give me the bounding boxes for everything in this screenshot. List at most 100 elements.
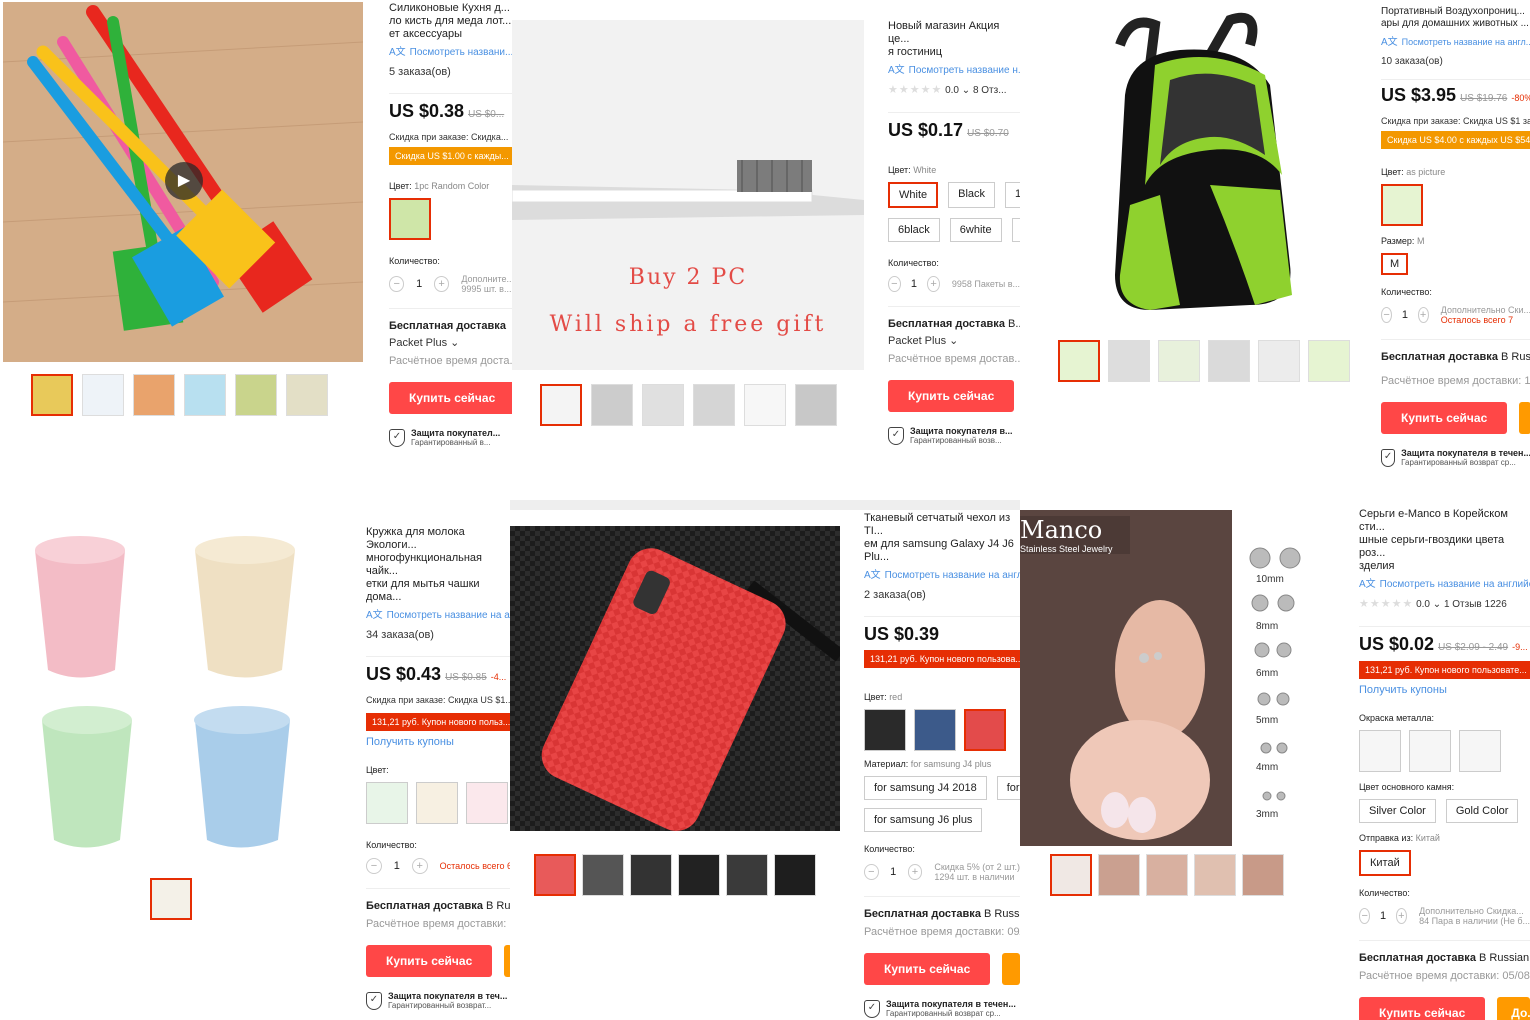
thumbnail[interactable]	[82, 374, 124, 416]
metal-swatch[interactable]	[1459, 730, 1501, 772]
product-title[interactable]: Портативный Воздухопрониц... ары для дом…	[1381, 6, 1530, 30]
rating-value[interactable]: 0.0 ⌄	[1416, 599, 1441, 610]
color-swatch-red[interactable]	[964, 709, 1006, 751]
buy-now-button[interactable]: Купить сейчас	[389, 382, 512, 414]
minus-button[interactable]: −	[864, 864, 879, 880]
minus-button[interactable]: −	[888, 276, 901, 292]
thumbnail[interactable]	[540, 384, 582, 426]
thumbnail[interactable]	[1208, 340, 1250, 382]
plus-button[interactable]: +	[927, 276, 940, 292]
product-title[interactable]: Серьги e-Manco в Корейском сти... шные с…	[1359, 508, 1530, 573]
option-j6-plus[interactable]: for samsung J6 plus	[864, 808, 983, 832]
minus-button[interactable]: −	[1359, 908, 1371, 924]
translate-title-link[interactable]: A文 Посмотреть название на англ...	[864, 569, 1020, 583]
thumbnail[interactable]	[582, 854, 624, 896]
get-coupons-link[interactable]: Получить купоны	[1359, 683, 1530, 697]
thumbnail[interactable]	[150, 878, 192, 920]
quantity-value[interactable]: 1	[909, 277, 920, 291]
color-swatch-black[interactable]	[864, 709, 906, 751]
product-main-image[interactable]	[1060, 5, 1360, 325]
rating-value[interactable]: 0.0 ⌄	[945, 85, 970, 96]
quantity-value[interactable]: 1	[390, 859, 404, 873]
thumbnail[interactable]	[591, 384, 633, 426]
product-main-image[interactable]: Buy 2 PC Will ship a free gift	[512, 20, 864, 370]
thumbnail[interactable]	[642, 384, 684, 426]
thumbnail[interactable]	[1050, 854, 1092, 896]
thumbnail[interactable]	[1258, 340, 1300, 382]
buy-now-button[interactable]: Купить сейчас	[888, 380, 1015, 412]
color-swatch[interactable]	[1381, 184, 1423, 226]
thumbnail[interactable]	[630, 854, 672, 896]
add-to-cart-button[interactable]	[1519, 402, 1530, 434]
thumbnail[interactable]	[534, 854, 576, 896]
thumbnail[interactable]	[726, 854, 768, 896]
reviews-count[interactable]: 1 Отзыв	[1444, 599, 1482, 610]
quantity-value[interactable]: 1	[412, 277, 425, 291]
shipping-method-select[interactable]: Packet Plus ⌄	[888, 334, 1020, 348]
option-1b[interactable]: 1b	[1005, 182, 1020, 208]
color-swatch-beige[interactable]	[416, 782, 458, 824]
plus-button[interactable]: +	[1395, 908, 1408, 924]
thumbnail[interactable]	[184, 374, 226, 416]
quantity-value[interactable]: 1	[1378, 909, 1387, 923]
add-to-cart-button[interactable]: До...	[1497, 997, 1530, 1020]
thumbnail[interactable]	[1242, 854, 1284, 896]
get-coupons-link[interactable]: Получить купоны	[366, 735, 512, 749]
translate-title-link[interactable]: A文 Посмотреть название н...	[888, 64, 1020, 78]
translate-title-link[interactable]: A文 Посмотреть название на а...	[366, 609, 512, 623]
play-video-icon[interactable]: ▶	[165, 162, 203, 200]
shipping-method-select[interactable]: Packet Plus ⌄	[389, 336, 512, 350]
color-swatch-blue[interactable]	[914, 709, 956, 751]
quantity-value[interactable]: 1	[887, 865, 900, 879]
thumbnail[interactable]	[1308, 340, 1350, 382]
option-more[interactable]: for sa...	[996, 776, 1020, 800]
product-title[interactable]: Силиконовые Кухня д... ло кисть для меда…	[389, 2, 512, 41]
buy-now-button[interactable]: Купить сейчас	[864, 953, 991, 985]
option-silver[interactable]: Silver Color	[1359, 799, 1436, 823]
product-main-image[interactable]: Manco Stainless Steel Jewelry 10mm 8mm 6m…	[1020, 510, 1336, 846]
product-title[interactable]: Кружка для молока Экологи... многофункци…	[366, 526, 512, 604]
translate-title-link[interactable]: A文 Посмотреть название на английс...	[1359, 578, 1530, 592]
thumbnail[interactable]	[133, 374, 175, 416]
thumbnail[interactable]	[286, 374, 328, 416]
thumbnail[interactable]	[1098, 854, 1140, 896]
ship-destination[interactable]: В Russi...	[1501, 351, 1530, 363]
add-to-cart-button[interactable]	[1002, 953, 1020, 985]
thumbnail[interactable]	[235, 374, 277, 416]
option-more[interactable]	[1011, 218, 1020, 242]
product-title[interactable]: Тканевый сетчатый чехол из TI... ем для …	[864, 512, 1020, 564]
buy-now-button[interactable]: Купить сейчас	[1359, 997, 1486, 1020]
option-6white[interactable]: 6white	[949, 218, 1002, 242]
thumbnail[interactable]	[1146, 854, 1188, 896]
option-j4-2018[interactable]: for samsung J4 2018	[864, 776, 987, 800]
product-main-image[interactable]	[20, 520, 320, 870]
quantity-value[interactable]: 1	[1400, 308, 1409, 322]
option-black[interactable]: Black	[948, 182, 996, 208]
product-main-image[interactable]	[510, 526, 840, 831]
thumbnail[interactable]	[744, 384, 786, 426]
option-china[interactable]: Китай	[1359, 850, 1411, 876]
thumbnail[interactable]	[31, 374, 73, 416]
ship-destination[interactable]: В Russia...	[984, 908, 1020, 920]
metal-swatch[interactable]	[1359, 730, 1401, 772]
ship-destination[interactable]: В...	[1008, 318, 1020, 330]
translate-title-link[interactable]: A文 Посмотреть названи...	[389, 46, 512, 60]
plus-button[interactable]: +	[1417, 307, 1429, 323]
thumbnail[interactable]	[1108, 340, 1150, 382]
option-6black[interactable]: 6black	[888, 218, 940, 242]
option-white[interactable]: White	[888, 182, 939, 208]
reviews-count[interactable]: 8 Отз...	[973, 85, 1007, 96]
minus-button[interactable]: −	[389, 276, 405, 292]
metal-swatch[interactable]	[1409, 730, 1451, 772]
size-option-m[interactable]: M	[1381, 253, 1409, 275]
product-title[interactable]: Новый магазин Акция це... я гостиниц	[888, 20, 1020, 59]
minus-button[interactable]: −	[1381, 307, 1393, 323]
plus-button[interactable]: +	[433, 276, 450, 292]
thumbnail[interactable]	[693, 384, 735, 426]
thumbnail[interactable]	[1158, 340, 1200, 382]
thumbnail[interactable]	[678, 854, 720, 896]
buy-now-button[interactable]: Купить сейчас	[366, 945, 493, 977]
translate-title-link[interactable]: A文 Посмотреть название на англ...	[1381, 35, 1530, 50]
thumbnail[interactable]	[1194, 854, 1236, 896]
thumbnail[interactable]	[1058, 340, 1100, 382]
